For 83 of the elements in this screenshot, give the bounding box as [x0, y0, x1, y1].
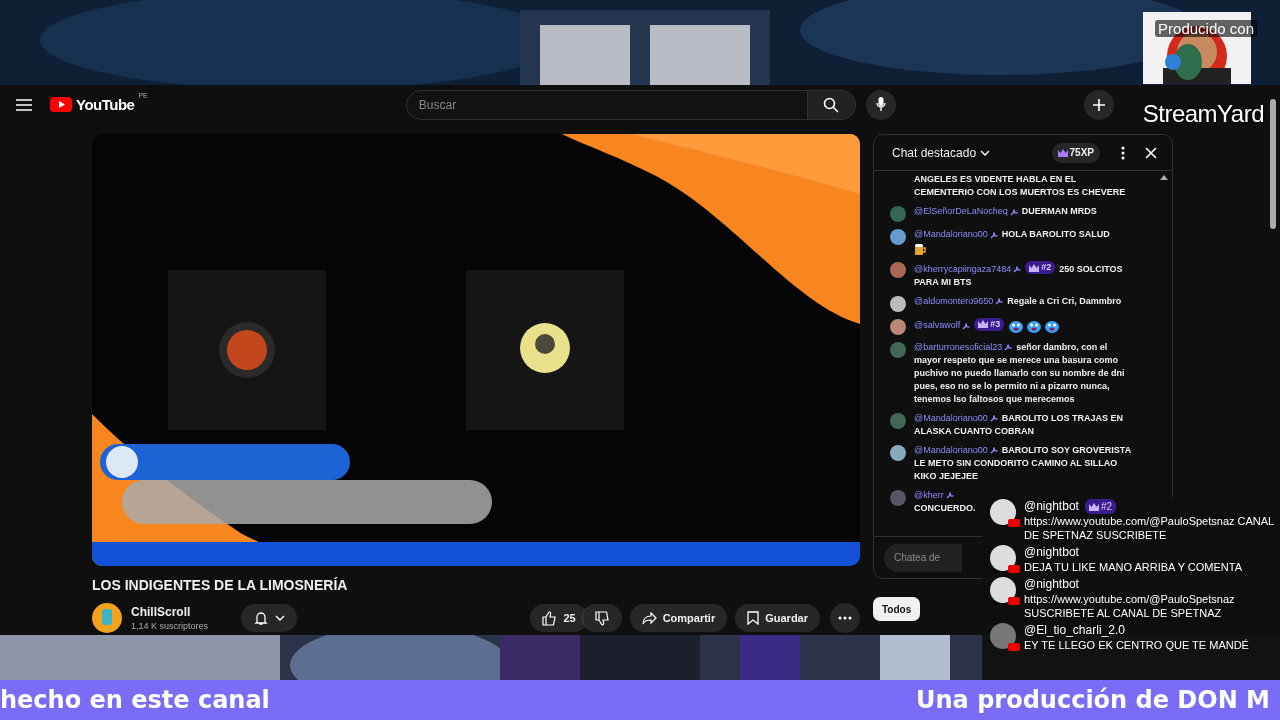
save-button[interactable]: Guardar	[735, 604, 820, 632]
close-icon	[1145, 146, 1157, 159]
search-icon	[823, 96, 840, 113]
chat-author: @nightbot	[1024, 545, 1079, 560]
wrench-icon	[989, 446, 998, 455]
scrollbar-thumb[interactable]	[1270, 99, 1276, 229]
more-vertical-icon	[1121, 145, 1125, 160]
chat-message: https://www.youtube.com/@PauloSpetsnaz CANAL DE SPETNAZ SUSCRIBETE	[1024, 514, 1275, 542]
user-avatar	[890, 229, 906, 245]
play-badge-icon	[1008, 643, 1020, 651]
wrench-icon	[989, 230, 998, 239]
crown-icon	[978, 320, 989, 328]
crown-icon	[1088, 502, 1099, 511]
wrench-icon	[945, 491, 954, 500]
create-button[interactable]	[1084, 89, 1114, 120]
scroll-up-icon[interactable]	[1160, 175, 1168, 180]
chat-message: EY TE LLEGO EK CENTRO QUE TE MANDÉ	[1024, 638, 1250, 652]
wrench-icon	[995, 297, 1004, 306]
chat-message: @salvawolf #3	[914, 317, 1063, 334]
chat-input-field[interactable]: Chatea de	[884, 543, 962, 572]
ticker-text: Una producción de DON M	[916, 686, 1270, 714]
chat-message: @ElSeñorDeLaNocheq DUERMAN MRDS	[914, 205, 1097, 218]
user-avatar	[890, 206, 906, 222]
user-avatar	[890, 489, 906, 506]
channel-avatar[interactable]	[92, 603, 122, 633]
video-title: LOS INDIGENTES DE LA LIMOSNERÍA	[92, 577, 349, 593]
wrench-icon	[1004, 343, 1013, 352]
ticker-text: hecho en este canal	[0, 686, 270, 714]
chat-message: @Mandaloriano00 BAROLITO LOS TRAJAS EN ALASKA CUANTO COBRAN	[914, 411, 1125, 438]
chat-message: @barturronesoficial23 señor dambro, con el mayor respeto que se merece una basura como puchivo no puedo llamarlo con su nombre de dni pues, eso no se lo permito ni a pizarro nunca, tenemos lso faltosos que merecemos	[914, 340, 1126, 406]
chevron-down-icon	[980, 149, 991, 156]
chat-message: @kherrycapiingaza7484 #2 250 SOLCITOS PARA MI BTS	[914, 261, 1124, 289]
bookmark-icon	[747, 611, 760, 625]
chat-message: @kherr CONCUERDO.	[914, 488, 977, 515]
wrench-icon	[1009, 207, 1018, 216]
rank-badge: #2	[1084, 499, 1116, 514]
chat-author: @nightbot	[1024, 577, 1079, 592]
xp-badge[interactable]: 75XP	[1051, 142, 1100, 163]
plus-icon	[1093, 98, 1105, 111]
wrench-icon	[962, 321, 971, 330]
notifications-button[interactable]	[241, 604, 297, 632]
channel-name[interactable]: ChillScroll	[131, 605, 231, 619]
user-avatar	[890, 262, 906, 278]
user-avatar	[890, 444, 906, 461]
share-arrow-icon	[641, 611, 657, 625]
chat-message: https://www.youtube.com/@PauloSpetsnaz SUSCRIBETE AL CANAL DE SPETNAZ	[1024, 592, 1236, 620]
search-field[interactable]: Buscar	[405, 89, 808, 120]
filter-chip[interactable]: Todos	[873, 597, 921, 621]
dislike-button[interactable]	[581, 604, 622, 632]
caret-icon	[275, 615, 285, 621]
user-avatar	[890, 318, 906, 335]
logo-text[interactable]: YouTube	[76, 96, 135, 113]
subscriber-count: 1,14 K suscriptores	[131, 621, 210, 631]
bell-icon	[253, 610, 269, 626]
user-avatar	[890, 341, 906, 358]
chat-message: DEJA TU LIKE MANO ARRIBA Y COMENTA	[1024, 560, 1244, 574]
crown-icon	[1057, 148, 1068, 157]
more-icon	[838, 616, 852, 620]
menu-icon[interactable]	[16, 98, 32, 111]
chat-message: @Mandaloriano00 BAROLITO SOY GROVERISTA LE METO SIN CONDORITO CAMINO AL SILLAO KIKO JEJEJEE	[914, 443, 1132, 483]
chat-message: @Mandaloriano00 HOLA BAROLITO SALUD	[914, 228, 1110, 241]
chat-message: @aldomontero9650 Regale a Cri Cri, Dammbro	[914, 294, 1122, 308]
search-button[interactable]	[807, 89, 856, 120]
play-badge-icon	[1008, 597, 1020, 605]
user-avatar	[890, 412, 906, 429]
chat-author: @nightbot	[1024, 499, 1079, 514]
user-avatar	[890, 295, 906, 312]
play-logo-icon	[50, 97, 72, 112]
mug-icon	[914, 243, 928, 255]
wrench-icon	[989, 414, 998, 423]
brand-logo-text: StreamYard	[1142, 100, 1264, 128]
play-badge-icon	[1008, 519, 1020, 527]
chat-mode-dropdown[interactable]: Chat destacado	[892, 145, 991, 160]
thumbs-down-icon	[594, 610, 610, 626]
crown-icon	[1029, 263, 1040, 272]
mic-button[interactable]	[865, 89, 896, 120]
chat-author: @El_tio_charli_2.0	[1024, 623, 1125, 638]
chat-message: ANGELES ES VIDENTE HABLA EN EL CEMENTERIO CON LOS MUERTOS ES CHEVERE	[914, 173, 1127, 199]
share-button[interactable]: Compartir	[629, 604, 728, 632]
play-badge-icon	[1008, 565, 1020, 573]
wrench-icon	[1013, 265, 1022, 274]
microphone-icon	[875, 97, 886, 112]
thumbs-up-icon	[542, 610, 558, 626]
